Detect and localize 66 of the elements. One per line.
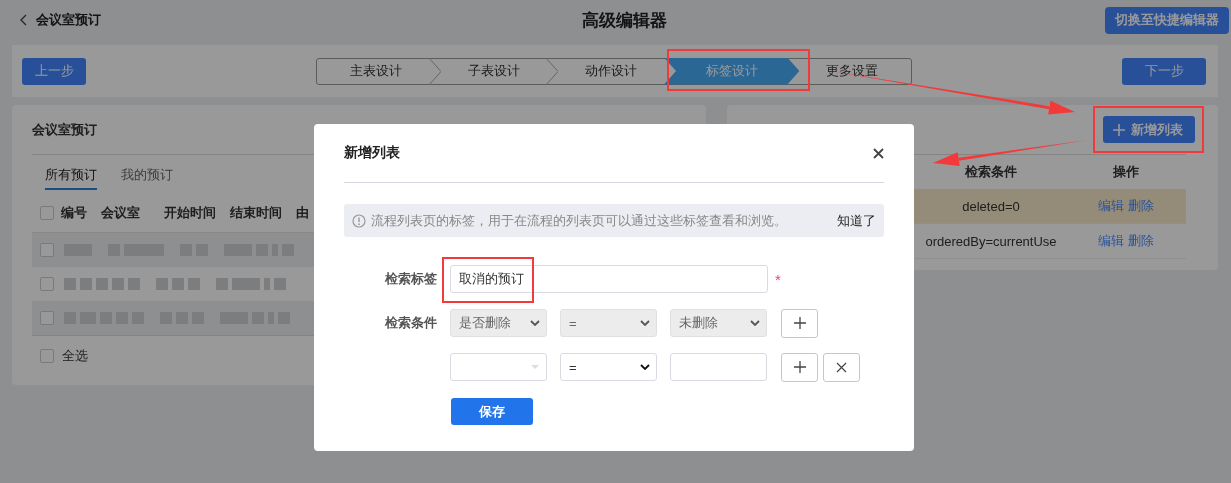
redacted-text <box>264 278 270 290</box>
step-tab[interactable]: 子表设计 <box>434 58 553 84</box>
redacted-text <box>128 278 140 290</box>
tab[interactable]: 所有预订 <box>45 166 97 190</box>
table-cell: orderedBy=currentUse <box>925 233 1057 249</box>
notice-text: 流程列表页的标签，用于在流程的列表页可以通过这些标签查看和浏览。 <box>371 211 787 230</box>
back-link[interactable]: 会议室预订 <box>36 11 101 29</box>
column-header: 会议室 <box>100 204 141 222</box>
redacted-text <box>232 278 260 290</box>
save-button[interactable]: 保存 <box>451 398 533 425</box>
redacted-text <box>64 278 76 290</box>
panel-title: 会议室预订 <box>32 120 97 139</box>
column-header: 由 <box>295 204 310 222</box>
caret-icon <box>640 320 650 326</box>
close-icon <box>836 361 847 373</box>
action-link[interactable]: 编辑 <box>1098 232 1124 250</box>
step-separator <box>546 57 559 85</box>
tab[interactable]: 我的预订 <box>121 166 173 190</box>
redacted-text <box>216 278 228 290</box>
checkbox[interactable] <box>40 311 54 325</box>
info-icon <box>352 213 366 228</box>
select-field[interactable]: = <box>560 353 657 381</box>
select-field[interactable] <box>450 353 547 381</box>
caret-icon <box>750 320 760 326</box>
plus-icon <box>793 317 806 329</box>
plus-icon <box>1113 123 1125 136</box>
field-label: 检索标签 <box>383 270 437 288</box>
caret-icon <box>640 364 650 370</box>
plus-icon <box>793 361 806 373</box>
back-icon[interactable] <box>20 14 28 26</box>
action-link[interactable]: 删除 <box>1128 232 1154 250</box>
redacted-text <box>80 278 92 290</box>
checkbox[interactable] <box>40 277 54 291</box>
remove-condition-button[interactable] <box>823 352 860 382</box>
redacted-text <box>96 278 108 290</box>
table-cell: deleted=0 <box>962 198 1020 214</box>
value-input-field[interactable] <box>670 353 767 381</box>
dialog-title: 新增列表 <box>344 144 400 162</box>
checkbox[interactable] <box>40 206 54 220</box>
column-header: 结束时间 <box>229 204 283 222</box>
redacted-text <box>172 278 184 290</box>
column-header: 检索条件 <box>963 163 1018 181</box>
redacted-text <box>112 278 124 290</box>
add-list-button[interactable]: 新增列表 <box>1103 116 1195 143</box>
caret-icon <box>530 364 540 370</box>
add-condition-button[interactable] <box>781 308 818 338</box>
switch-editor-button[interactable]: 切换至快捷编辑器 <box>1105 6 1229 34</box>
checkbox[interactable] <box>40 349 54 363</box>
step-tab[interactable]: 主表设计 <box>317 58 435 84</box>
caret-icon <box>530 320 540 326</box>
redacted-text <box>156 278 168 290</box>
column-header: 操作 <box>1113 163 1139 181</box>
dismiss-link[interactable]: 知道了 <box>837 211 876 230</box>
checkbox[interactable] <box>40 243 54 257</box>
column-header: 编号 <box>60 204 88 222</box>
redacted-text <box>274 278 286 290</box>
select-all-label[interactable]: 全选 <box>62 347 88 365</box>
column-header: 开始时间 <box>163 204 217 222</box>
redacted-text <box>188 278 200 290</box>
required-mark: * <box>775 270 781 288</box>
add-condition-button[interactable] <box>781 352 818 382</box>
step-separator <box>428 57 441 85</box>
close-icon[interactable] <box>873 147 884 159</box>
page-title: 高级编辑器 <box>582 9 667 32</box>
tag-input-field[interactable]: 取消的预订 <box>450 265 768 293</box>
field-label: 检索条件 <box>383 314 437 332</box>
